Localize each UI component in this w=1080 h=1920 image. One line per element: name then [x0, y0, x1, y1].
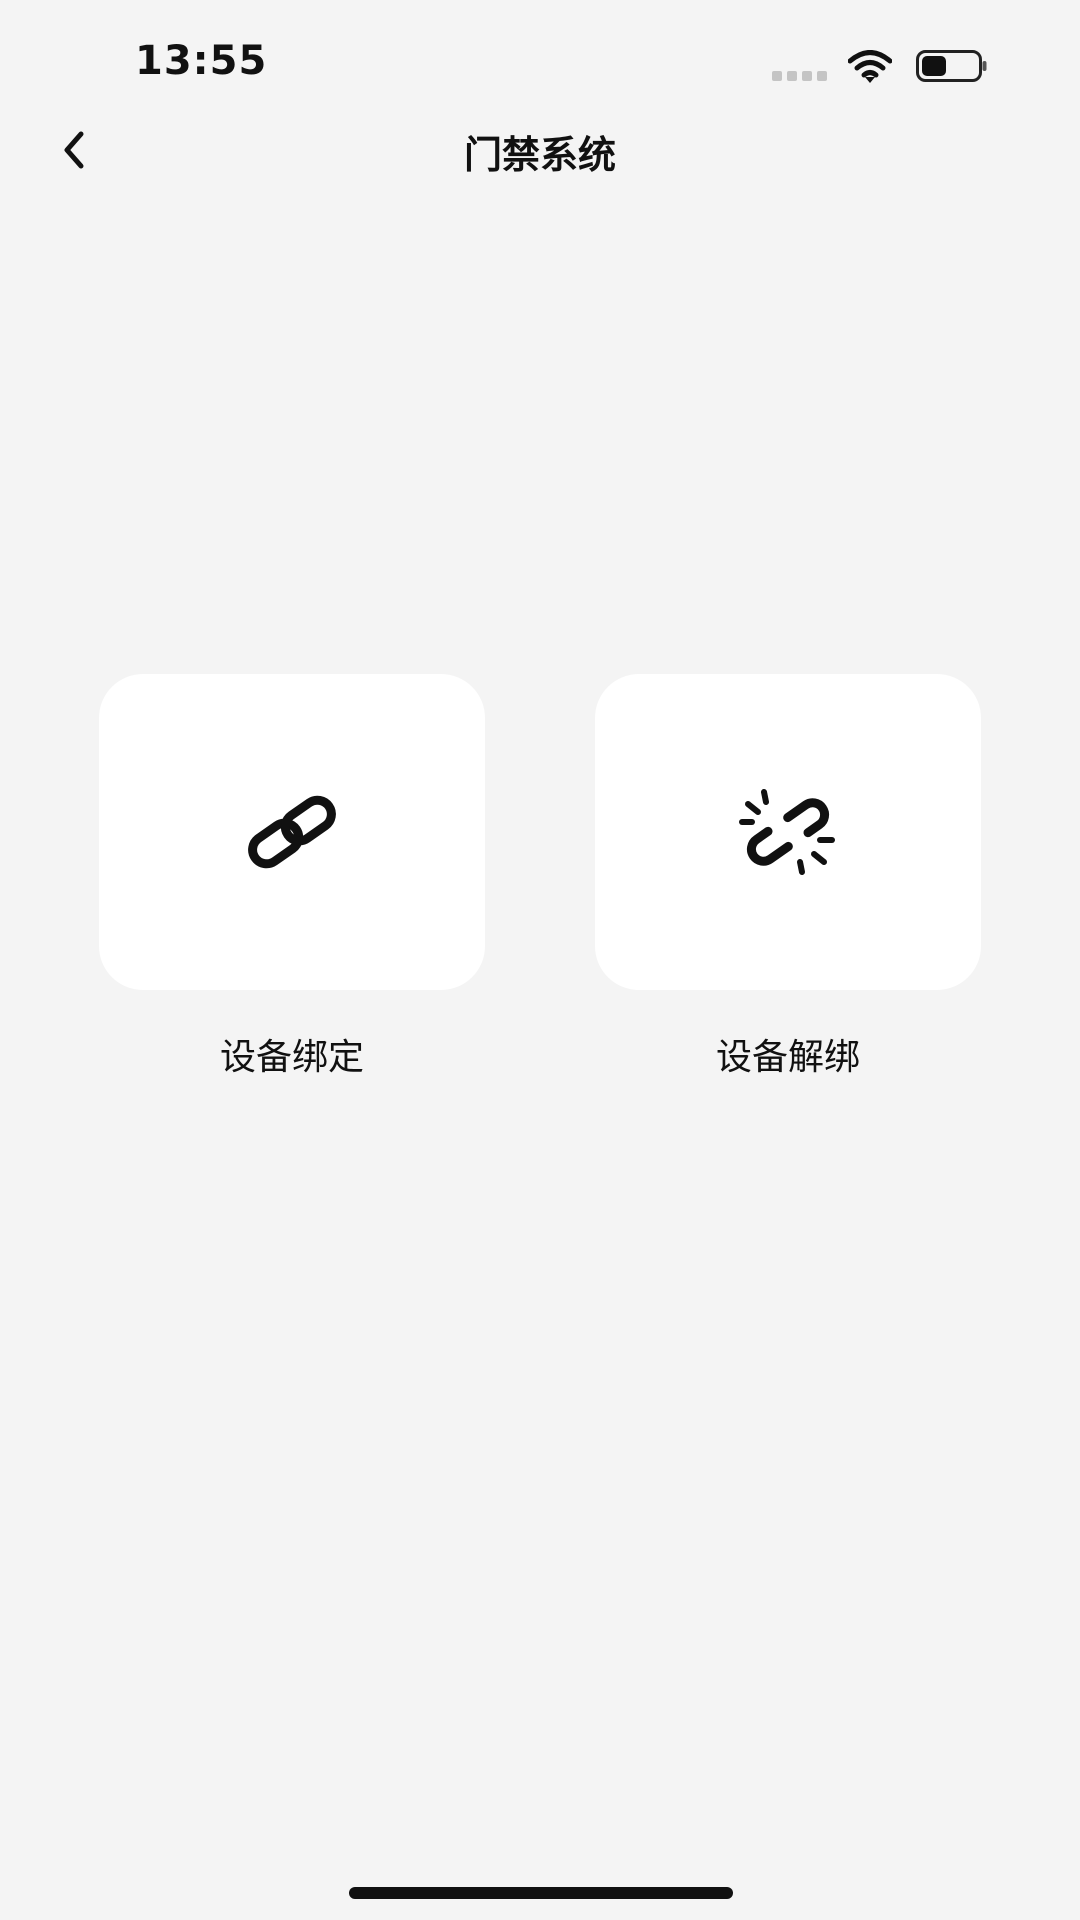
bind-device-label: 设备绑定 [219, 1037, 364, 1078]
bind-device-button[interactable] [99, 674, 485, 990]
status-bar: 13:55 [0, 0, 1080, 120]
screen: 13:55 门禁系统 设备绑定 设备解绑 [0, 0, 1080, 1920]
link-icon [248, 795, 336, 869]
signal-icon [772, 71, 828, 81]
unbind-device-button[interactable] [595, 674, 981, 990]
unlink-icon [739, 789, 835, 875]
status-time: 13:55 [135, 38, 268, 84]
page-title: 门禁系统 [463, 133, 616, 177]
unbind-device-item: 设备解绑 [595, 674, 981, 1080]
unbind-device-label: 设备解绑 [715, 1037, 860, 1078]
bind-device-item: 设备绑定 [99, 674, 485, 1080]
home-indicator[interactable] [349, 1887, 733, 1899]
wifi-icon [848, 50, 892, 83]
nav-bar: 门禁系统 [0, 112, 1080, 188]
battery-icon [916, 50, 987, 82]
